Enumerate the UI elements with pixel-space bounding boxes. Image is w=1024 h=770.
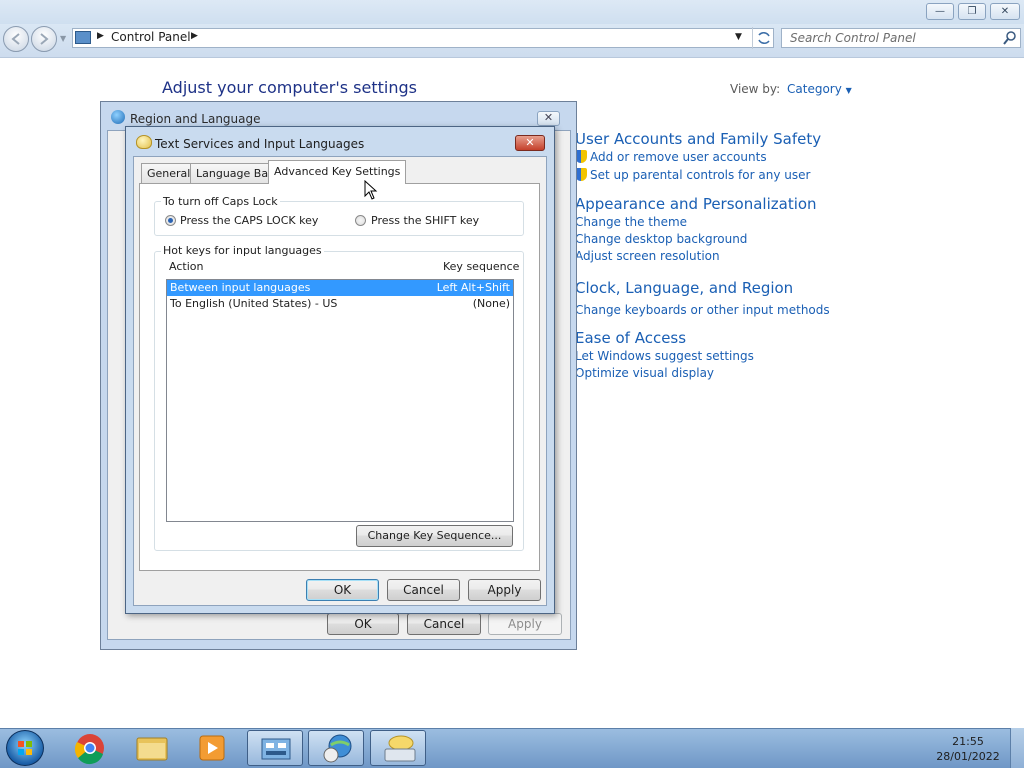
text-services-dialog-title: Text Services and Input Languages	[155, 137, 365, 151]
category-clock-language-region[interactable]: Clock, Language, and Region	[575, 279, 793, 297]
taskbar-text-services[interactable]	[370, 730, 426, 766]
caps-lock-option-label[interactable]: Press the CAPS LOCK key	[180, 214, 318, 227]
hotkey-key-sequence: (None)	[472, 297, 510, 310]
caps-lock-radio[interactable]	[165, 215, 176, 226]
forward-arrow-icon	[40, 33, 49, 45]
region-dialog-close-button[interactable]: ✕	[537, 111, 560, 126]
category-appearance[interactable]: Appearance and Personalization	[575, 195, 817, 213]
link-screen-resolution[interactable]: Adjust screen resolution	[575, 249, 720, 263]
chrome-icon	[74, 734, 104, 765]
start-button[interactable]	[6, 730, 44, 766]
link-optimize-display[interactable]: Optimize visual display	[575, 366, 714, 380]
windows-logo-icon	[18, 741, 32, 755]
close-window-button[interactable]: ✕	[990, 3, 1020, 20]
region-ok-button[interactable]: OK	[327, 613, 399, 635]
taskbar-explorer[interactable]	[124, 730, 180, 766]
category-ease-of-access[interactable]: Ease of Access	[575, 329, 686, 347]
link-desktop-background[interactable]: Change desktop background	[575, 232, 747, 246]
cancel-button[interactable]: Cancel	[387, 579, 460, 601]
restore-button[interactable]: ❐	[958, 3, 986, 20]
text-services-close-button[interactable]: ✕	[515, 135, 545, 151]
clock-time: 21:55	[952, 735, 984, 748]
category-user-accounts[interactable]: User Accounts and Family Safety	[575, 130, 821, 148]
globe-clock-icon	[323, 734, 352, 763]
region-apply-button: Apply	[488, 613, 562, 635]
hotkey-action: Between input languages	[170, 281, 311, 294]
taskbar-media-player[interactable]	[184, 730, 240, 766]
media-player-icon	[199, 735, 225, 761]
page-title: Adjust your computer's settings	[162, 78, 417, 97]
search-placeholder: Search Control Panel	[790, 31, 916, 45]
taskbar-chrome[interactable]	[62, 730, 118, 766]
link-suggest-settings[interactable]: Let Windows suggest settings	[575, 349, 754, 363]
link-add-remove-users[interactable]: Add or remove user accounts	[575, 150, 767, 164]
address-dropdown-icon[interactable]: ▼	[735, 32, 742, 42]
column-header-action[interactable]: Action	[169, 260, 203, 273]
region-cancel-button[interactable]: Cancel	[407, 613, 481, 635]
system-clock[interactable]: 21:55 28/01/2022	[932, 734, 1004, 764]
caps-lock-group-label: To turn off Caps Lock	[161, 195, 280, 208]
ok-button[interactable]: OK	[306, 579, 379, 601]
taskbar-control-panel[interactable]	[247, 730, 303, 766]
hotkeys-group-label: Hot keys for input languages	[161, 244, 324, 257]
link-label[interactable]: Add or remove user accounts	[590, 150, 767, 164]
mouse-cursor-icon	[364, 179, 378, 203]
column-header-key-sequence[interactable]: Key sequence	[443, 260, 519, 273]
link-change-keyboards[interactable]: Change keyboards or other input methods	[575, 303, 830, 317]
recent-pages-chevron-icon[interactable]: ▼	[60, 34, 66, 43]
change-key-sequence-button[interactable]: Change Key Sequence...	[356, 525, 513, 547]
hotkey-action: To English (United States) - US	[170, 297, 338, 310]
tab-language-bar[interactable]: Language Bar	[190, 163, 279, 183]
link-change-theme[interactable]: Change the theme	[575, 215, 687, 229]
keyboard-speech-icon	[136, 135, 152, 149]
refresh-icon	[758, 31, 770, 45]
tab-general[interactable]: General	[141, 163, 197, 183]
taskbar-region-language[interactable]	[308, 730, 364, 766]
link-label[interactable]: Set up parental controls for any user	[590, 168, 810, 182]
breadcrumb-chevron-icon[interactable]: ▶	[97, 31, 104, 41]
refresh-button[interactable]	[752, 27, 774, 49]
list-item[interactable]: To English (United States) - US (None)	[167, 296, 513, 312]
show-desktop-button[interactable]	[1010, 728, 1024, 768]
region-dialog-title: Region and Language	[130, 112, 261, 126]
hotkeys-list[interactable]	[166, 279, 514, 522]
view-by-value[interactable]: Category	[787, 82, 842, 96]
minimize-button[interactable]: —	[926, 3, 954, 20]
window-titlebar	[0, 0, 1024, 24]
list-item[interactable]: Between input languages Left Alt+Shift	[167, 280, 513, 296]
shift-key-option-label[interactable]: Press the SHIFT key	[371, 214, 479, 227]
shift-key-radio[interactable]	[355, 215, 366, 226]
breadcrumb-control-panel[interactable]: Control Panel	[111, 30, 191, 44]
keyboard-icon	[384, 735, 416, 762]
back-button[interactable]	[3, 26, 29, 52]
folder-icon	[136, 737, 168, 761]
hotkey-key-sequence: Left Alt+Shift	[436, 281, 510, 294]
search-icon[interactable]	[1002, 30, 1018, 49]
breadcrumb-chevron-icon[interactable]: ▶	[191, 31, 198, 41]
apply-button[interactable]: Apply	[468, 579, 541, 601]
dropdown-arrow-icon: ▼	[845, 86, 852, 95]
control-panel-icon	[261, 738, 291, 760]
view-by-label: View by:	[730, 82, 781, 96]
forward-button[interactable]	[31, 26, 57, 52]
clock-date: 28/01/2022	[936, 750, 1000, 763]
control-panel-icon	[75, 31, 91, 44]
view-by-dropdown[interactable]: Category ▼	[787, 82, 852, 96]
back-arrow-icon	[11, 33, 20, 45]
tab-advanced-key-settings[interactable]: Advanced Key Settings	[268, 160, 407, 184]
globe-icon	[111, 110, 125, 124]
link-parental-controls[interactable]: Set up parental controls for any user	[575, 168, 810, 182]
